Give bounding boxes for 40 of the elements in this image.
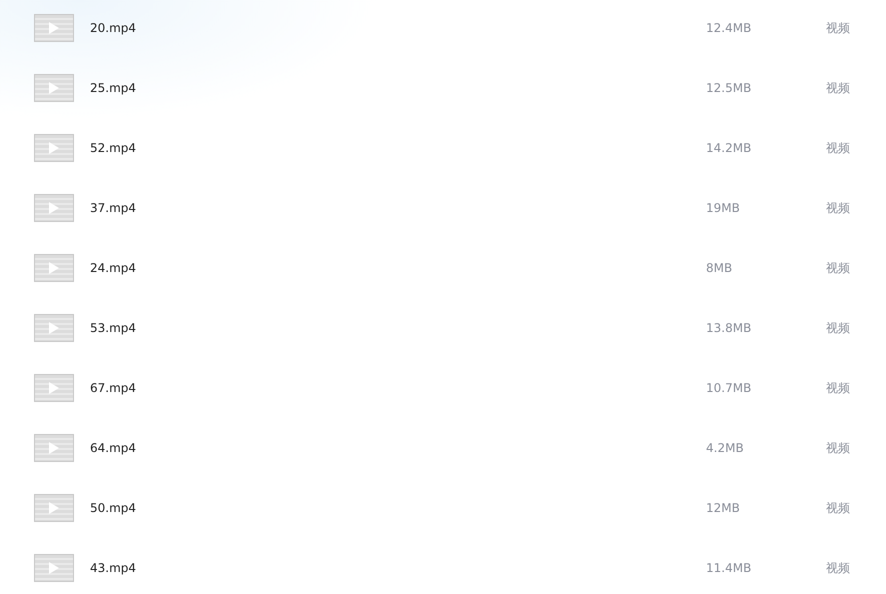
- play-icon: [49, 82, 59, 94]
- file-type: 视频: [826, 140, 851, 156]
- file-type: 视频: [826, 380, 851, 396]
- file-name[interactable]: 67.mp4: [90, 381, 706, 395]
- file-type: 视频: [826, 260, 851, 276]
- file-size: 4.2MB: [706, 441, 745, 455]
- file-type: 视频: [826, 80, 851, 96]
- file-name[interactable]: 25.mp4: [90, 81, 706, 95]
- play-icon: [49, 442, 59, 454]
- play-icon: [49, 562, 59, 574]
- file-type: 视频: [826, 440, 851, 456]
- file-size: 12.5MB: [706, 81, 752, 95]
- file-type: 视频: [826, 320, 851, 336]
- file-size: 12.4MB: [706, 21, 752, 35]
- file-type: 视频: [826, 560, 851, 576]
- file-name[interactable]: 37.mp4: [90, 201, 706, 215]
- file-name[interactable]: 53.mp4: [90, 321, 706, 335]
- file-name[interactable]: 43.mp4: [90, 561, 706, 575]
- file-size: 11.4MB: [706, 561, 752, 575]
- play-icon: [49, 262, 59, 274]
- file-size: 14.2MB: [706, 141, 752, 155]
- file-name[interactable]: 20.mp4: [90, 21, 706, 35]
- file-type: 视频: [826, 200, 851, 216]
- file-size: 12MB: [706, 501, 741, 515]
- file-name[interactable]: 52.mp4: [90, 141, 706, 155]
- play-icon: [49, 502, 59, 514]
- file-type: 视频: [826, 20, 851, 36]
- play-icon: [49, 142, 59, 154]
- file-type: 视频: [826, 500, 851, 516]
- file-size: 8MB: [706, 261, 734, 275]
- play-icon: [49, 22, 59, 34]
- file-name[interactable]: 50.mp4: [90, 501, 706, 515]
- play-icon: [49, 322, 59, 334]
- file-size: 19MB: [706, 201, 741, 215]
- file-size: 10.7MB: [706, 381, 752, 395]
- play-icon: [49, 382, 59, 394]
- file-size: 13.8MB: [706, 321, 752, 335]
- play-icon: [49, 202, 59, 214]
- file-name[interactable]: 64.mp4: [90, 441, 706, 455]
- file-name[interactable]: 24.mp4: [90, 261, 706, 275]
